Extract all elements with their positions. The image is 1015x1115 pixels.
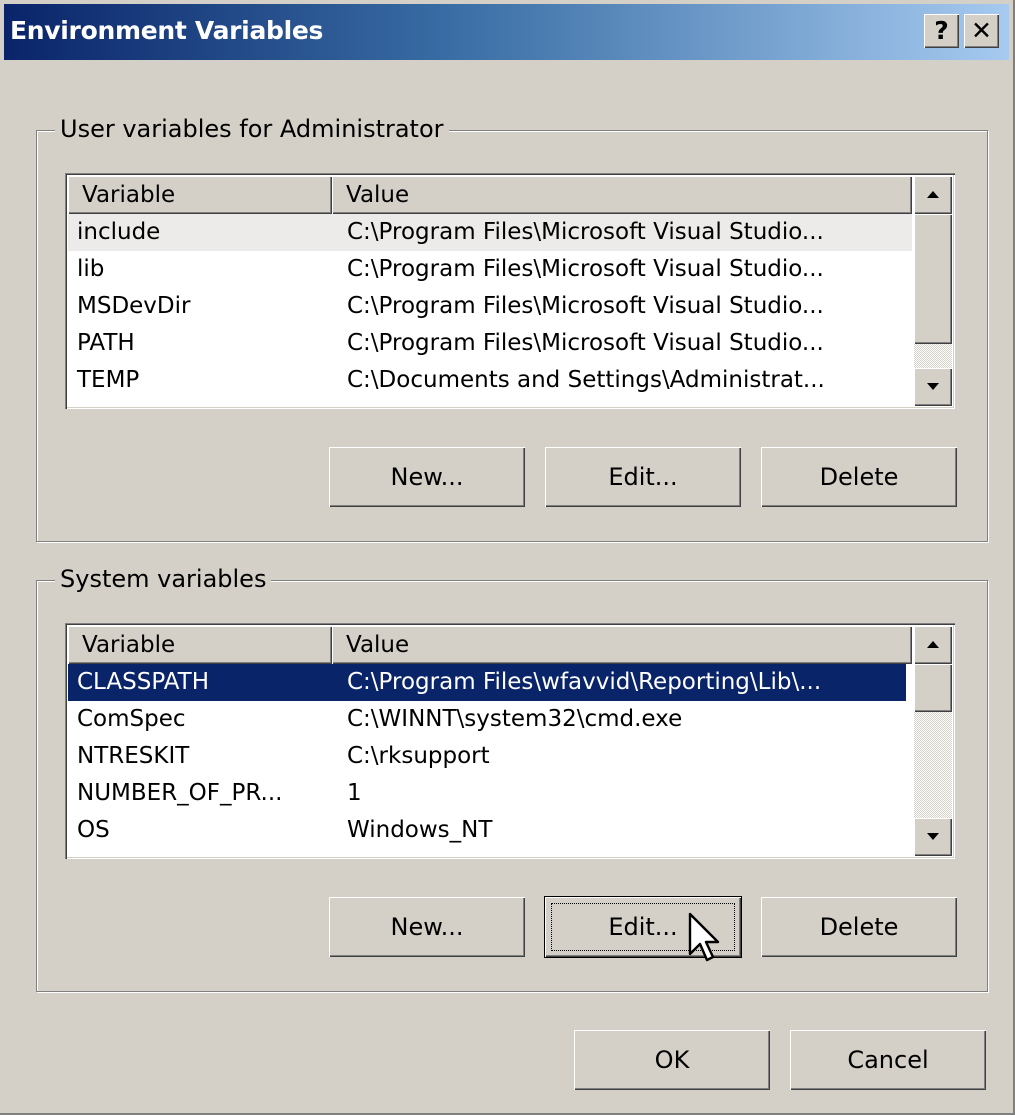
list-row[interactable]: PATH C:\Program Files\Microsoft Visual S… <box>68 325 912 362</box>
close-icon: ✕ <box>971 16 992 45</box>
column-header-variable[interactable]: Variable <box>68 176 332 214</box>
variable-name: lib <box>77 256 105 282</box>
variable-value: C:\Program Files\Microsoft Visual Studio… <box>347 330 824 356</box>
list-row[interactable]: include C:\Program Files\Microsoft Visua… <box>68 214 912 251</box>
variable-name: OS <box>77 817 110 843</box>
scroll-down-button[interactable] <box>914 818 952 856</box>
vertical-scrollbar[interactable] <box>914 626 952 856</box>
system-new-button[interactable]: New... <box>329 897 525 957</box>
variable-name: NUMBER_OF_PR... <box>77 780 283 806</box>
mouse-pointer-icon <box>688 912 720 962</box>
user-variables-list[interactable]: Variable Value include C:\Program Files\… <box>65 173 955 409</box>
variable-name: PATH <box>77 330 135 356</box>
list-row[interactable]: ComSpec C:\WINNT\system32\cmd.exe <box>68 701 912 738</box>
list-row[interactable]: TEMP C:\Documents and Settings\Administr… <box>68 362 912 399</box>
list-row[interactable]: MSDevDir C:\Program Files\Microsoft Visu… <box>68 288 912 325</box>
variable-value: C:\rksupport <box>347 743 490 769</box>
column-header-value[interactable]: Value <box>332 626 912 664</box>
arrow-up-icon <box>927 641 939 648</box>
list-header: Variable Value <box>68 626 912 664</box>
scroll-thumb[interactable] <box>914 214 952 344</box>
column-header-value[interactable]: Value <box>332 176 912 214</box>
vertical-scrollbar[interactable] <box>914 176 952 406</box>
variable-value: C:\Program Files\wfavvid\Reporting\Lib\.… <box>347 669 822 695</box>
column-header-variable[interactable]: Variable <box>68 626 332 664</box>
variable-name: NTRESKIT <box>77 743 190 769</box>
window-title: Environment Variables <box>10 16 324 45</box>
cancel-button[interactable]: Cancel <box>790 1030 986 1090</box>
system-variables-list[interactable]: Variable Value CLASSPATH C:\Program File… <box>65 623 955 859</box>
arrow-up-icon <box>927 191 939 198</box>
scroll-thumb[interactable] <box>914 664 952 712</box>
scroll-down-button[interactable] <box>914 368 952 406</box>
variable-value: C:\Program Files\Microsoft Visual Studio… <box>347 293 824 319</box>
variable-value: C:\Documents and Settings\Administrat... <box>347 367 825 393</box>
arrow-down-icon <box>927 383 939 390</box>
close-button[interactable]: ✕ <box>964 14 999 48</box>
help-icon: ? <box>934 16 949 45</box>
list-row[interactable]: NUMBER_OF_PR... 1 <box>68 775 912 812</box>
variable-value: 1 <box>347 780 362 806</box>
user-new-button[interactable]: New... <box>329 447 525 507</box>
help-button[interactable]: ? <box>924 14 959 48</box>
scroll-up-button[interactable] <box>914 176 952 214</box>
environment-variables-dialog: Environment Variables ? ✕ User variables… <box>0 0 1015 1115</box>
variable-value: Windows_NT <box>347 817 493 843</box>
variable-value: C:\Program Files\Microsoft Visual Studio… <box>347 256 824 282</box>
user-variables-label: User variables for Administrator <box>55 114 449 144</box>
variable-name: include <box>77 219 161 245</box>
variable-name: MSDevDir <box>77 293 191 319</box>
system-delete-button[interactable]: Delete <box>761 897 957 957</box>
variable-name: TEMP <box>77 367 140 393</box>
variable-value: C:\WINNT\system32\cmd.exe <box>347 706 683 732</box>
user-variables-group: User variables for Administrator Variabl… <box>36 114 988 542</box>
list-row[interactable]: lib C:\Program Files\Microsoft Visual St… <box>68 251 912 288</box>
variable-value: C:\Program Files\Microsoft Visual Studio… <box>347 219 824 245</box>
user-delete-button[interactable]: Delete <box>761 447 957 507</box>
list-row[interactable]: NTRESKIT C:\rksupport <box>68 738 912 775</box>
variable-name: ComSpec <box>77 706 186 732</box>
system-variables-label: System variables <box>55 564 272 594</box>
list-row[interactable]: OS Windows_NT <box>68 812 912 849</box>
variable-name: CLASSPATH <box>77 669 210 695</box>
ok-button[interactable]: OK <box>574 1030 770 1090</box>
list-header: Variable Value <box>68 176 912 214</box>
title-bar[interactable]: Environment Variables ? ✕ <box>4 4 1009 60</box>
list-row-selected[interactable]: CLASSPATH C:\Program Files\wfavvid\Repor… <box>68 664 906 701</box>
user-edit-button[interactable]: Edit... <box>545 447 741 507</box>
system-variables-group: System variables Variable Value CLASSPAT… <box>36 564 988 992</box>
scroll-up-button[interactable] <box>914 626 952 664</box>
arrow-down-icon <box>927 833 939 840</box>
